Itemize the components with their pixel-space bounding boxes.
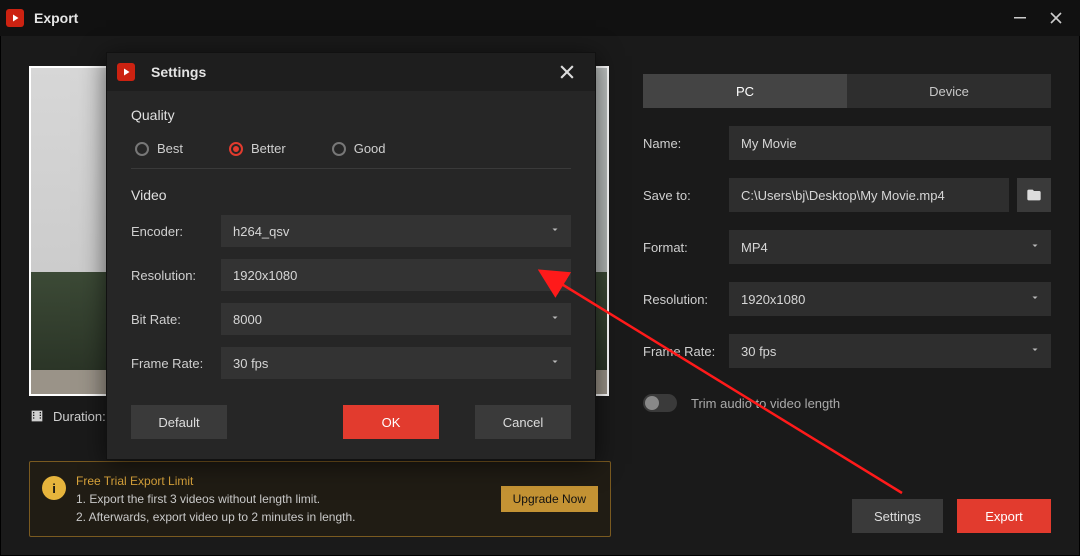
settings-button[interactable]: Settings	[852, 499, 943, 533]
save-to-label: Save to:	[643, 188, 721, 203]
upgrade-button[interactable]: Upgrade Now	[501, 486, 598, 512]
quality-best-radio[interactable]: Best	[135, 141, 183, 156]
settings-resolution-label: Resolution:	[131, 268, 213, 283]
format-select[interactable]: MP4	[729, 230, 1051, 264]
trim-audio-toggle[interactable]	[643, 394, 677, 412]
chevron-down-icon	[549, 312, 561, 327]
settings-close-button[interactable]	[549, 58, 585, 86]
duration-label: Duration:	[53, 409, 106, 424]
info-icon: i	[42, 476, 66, 500]
format-label: Format:	[643, 240, 721, 255]
trial-title: Free Trial Export Limit	[76, 472, 491, 490]
export-button[interactable]: Export	[957, 499, 1051, 533]
name-label: Name:	[643, 136, 721, 151]
cancel-button[interactable]: Cancel	[475, 405, 571, 439]
trim-audio-label: Trim audio to video length	[691, 396, 840, 411]
encoder-label: Encoder:	[131, 224, 213, 239]
settings-modal: Settings Quality Best Better Good Video …	[106, 52, 596, 460]
save-to-input[interactable]	[729, 178, 1009, 212]
resolution-select[interactable]: 1920x1080	[729, 282, 1051, 316]
chevron-down-icon	[1029, 292, 1041, 307]
chevron-down-icon	[549, 268, 561, 283]
name-input[interactable]	[729, 126, 1051, 160]
chevron-down-icon	[1029, 344, 1041, 359]
trial-notice: i Free Trial Export Limit 1. Export the …	[29, 461, 611, 537]
export-titlebar: Export	[0, 0, 1080, 36]
quality-section-title: Quality	[131, 107, 571, 123]
tab-device[interactable]: Device	[847, 74, 1051, 108]
settings-resolution-select[interactable]: 1920x1080	[221, 259, 571, 291]
bitrate-select[interactable]: 8000	[221, 303, 571, 335]
chevron-down-icon	[549, 356, 561, 371]
chevron-down-icon	[1029, 240, 1041, 255]
trial-line2: 2. Afterwards, export video up to 2 minu…	[76, 508, 491, 526]
tab-pc[interactable]: PC	[643, 74, 847, 108]
export-actions: Settings Export	[852, 499, 1051, 533]
resolution-label: Resolution:	[643, 292, 721, 307]
default-button[interactable]: Default	[131, 405, 227, 439]
settings-title: Settings	[151, 64, 549, 80]
browse-folder-button[interactable]	[1017, 178, 1051, 212]
trial-line1: 1. Export the first 3 videos without len…	[76, 490, 491, 508]
video-section-title: Video	[131, 187, 571, 203]
folder-icon	[1026, 187, 1042, 203]
encoder-select[interactable]: h264_qsv	[221, 215, 571, 247]
app-icon	[6, 9, 24, 27]
export-form: PC Device Name: Save to: Format: MP4	[643, 66, 1051, 537]
bitrate-label: Bit Rate:	[131, 312, 213, 327]
settings-framerate-label: Frame Rate:	[131, 356, 213, 371]
output-tabs: PC Device	[643, 74, 1051, 108]
quality-radio-group: Best Better Good	[131, 135, 571, 169]
quality-better-radio[interactable]: Better	[229, 141, 286, 156]
export-window-title: Export	[34, 10, 1002, 26]
chevron-down-icon	[549, 224, 561, 239]
film-icon	[29, 408, 45, 424]
settings-framerate-select[interactable]: 30 fps	[221, 347, 571, 379]
framerate-select[interactable]: 30 fps	[729, 334, 1051, 368]
framerate-label: Frame Rate:	[643, 344, 721, 359]
close-button[interactable]	[1038, 4, 1074, 32]
ok-button[interactable]: OK	[343, 405, 439, 439]
quality-good-radio[interactable]: Good	[332, 141, 386, 156]
minimize-button[interactable]	[1002, 4, 1038, 32]
app-icon	[117, 63, 135, 81]
